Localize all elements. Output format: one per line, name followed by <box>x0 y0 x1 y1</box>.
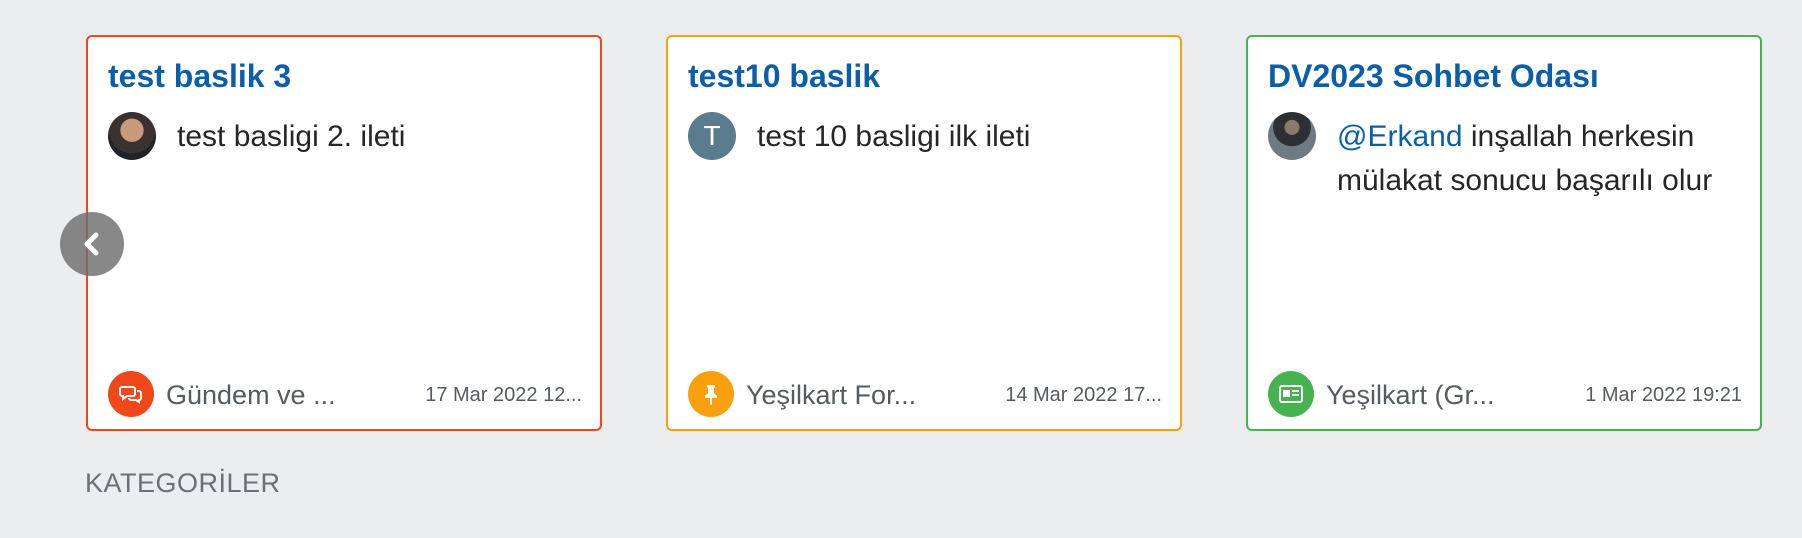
topic-title[interactable]: DV2023 Sohbet Odası <box>1268 57 1599 95</box>
category-link[interactable]: Gündem ve ... <box>166 380 346 411</box>
category-link[interactable]: Yeşilkart (Gr... <box>1326 380 1506 411</box>
categories-heading: KATEGORİLER <box>85 468 281 498</box>
post-timestamp: 1 Mar 2022 19:21 <box>1585 384 1742 406</box>
chevron-left-icon <box>84 232 99 256</box>
post-timestamp: 17 Mar 2022 12... <box>425 384 582 406</box>
thumbtack-icon <box>688 371 734 417</box>
id-card-icon <box>1268 371 1314 417</box>
avatar-letter: T <box>703 120 721 151</box>
user-avatar[interactable] <box>108 112 156 160</box>
carousel-prev-button[interactable] <box>60 212 124 276</box>
post-timestamp: 14 Mar 2022 17... <box>1005 384 1162 406</box>
chat-bubbles-icon <box>108 371 154 417</box>
topic-title[interactable]: test baslik 3 <box>108 57 291 95</box>
topic-title[interactable]: test10 baslik <box>688 57 880 95</box>
category-link[interactable]: Yeşilkart For... <box>746 380 926 411</box>
user-avatar[interactable]: T <box>688 112 736 160</box>
post-excerpt: @Erkand inşallah herkesin mülakat sonucu… <box>1337 115 1747 203</box>
user-mention[interactable]: @Erkand <box>1337 120 1463 153</box>
topic-card[interactable]: test10 baslik T test 10 basligi ilk ilet… <box>666 35 1182 431</box>
post-excerpt: test 10 basligi ilk ileti <box>757 120 1031 153</box>
user-avatar[interactable] <box>1268 112 1316 160</box>
post-excerpt: test basligi 2. ileti <box>177 120 406 153</box>
topic-card[interactable]: DV2023 Sohbet Odası @Erkand inşallah her… <box>1246 35 1762 431</box>
topic-card[interactable]: test baslik 3 test basligi 2. ileti Günd… <box>86 35 602 431</box>
